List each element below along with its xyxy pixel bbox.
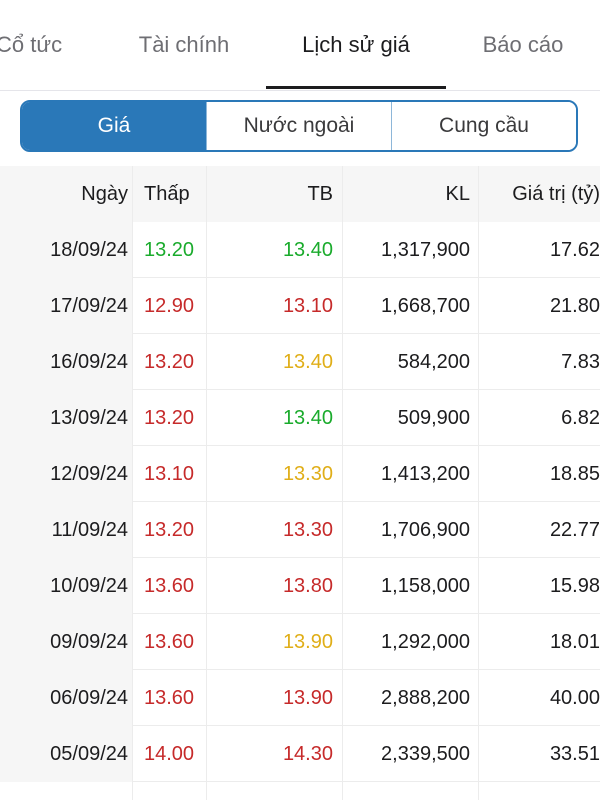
cell-volume: 1,413,200 (381, 462, 470, 485)
cell-value: 15.98 (549, 574, 600, 597)
cell-volume: 2,339,500 (381, 742, 470, 765)
cell-low: 13.60 (144, 686, 195, 709)
header-average: TB (307, 182, 333, 205)
cell-average: 13.30 (282, 518, 333, 541)
header-volume: KL (445, 182, 470, 205)
cell-volume: 2,888,200 (381, 686, 470, 709)
header-low: Thấp (144, 182, 190, 205)
table-row[interactable]: 05/09/24 14.00 14.30 2,339,500 33.51 (0, 726, 600, 782)
cell-value: 18.85 (549, 462, 600, 485)
cell-average: 13.40 (282, 350, 333, 373)
cell-low: 13.20 (144, 238, 195, 261)
cell-value: 18.01 (549, 630, 600, 653)
table-row[interactable]: 12/09/24 13.10 13.30 1,413,200 18.85 (0, 446, 600, 502)
tab-reports[interactable]: Báo cáo (468, 0, 578, 90)
cell-average: 14.30 (282, 742, 333, 765)
top-tab-bar: Cổ tức Tài chính Lịch sử giá Báo cáo (0, 0, 600, 91)
price-history-table: Ngày Thấp TB KL Giá trị (tỷ) 18/09/24 13.… (0, 166, 600, 800)
cell-average: 13.30 (282, 462, 333, 485)
cell-volume: 1,668,700 (381, 294, 470, 317)
cell-volume: 1,158,000 (381, 574, 470, 597)
cell-date: 10/09/24 (0, 558, 132, 614)
table-row[interactable]: 17/09/24 12.90 13.10 1,668,700 21.80 (0, 278, 600, 334)
cell-value: 6.82 (561, 406, 600, 429)
cell-value: 22.77 (549, 518, 600, 541)
cell-date: 17/09/24 (0, 278, 132, 334)
table-row[interactable]: 09/09/24 13.60 13.90 1,292,000 18.01 (0, 614, 600, 670)
segment-supply-demand[interactable]: Cung cầu (391, 102, 576, 150)
table-row[interactable]: 11/09/24 13.20 13.30 1,706,900 22.77 (0, 502, 600, 558)
segment-foreign[interactable]: Nước ngoài (206, 102, 391, 150)
cell-average: 13.10 (282, 294, 333, 317)
cell-low: 13.10 (144, 462, 195, 485)
cell-value: 17.62 (549, 238, 600, 261)
cell-value: 21.80 (549, 294, 600, 317)
cell-date: 13/09/24 (0, 390, 132, 446)
table-header-row: Ngày Thấp TB KL Giá trị (tỷ) (0, 166, 600, 222)
table-row[interactable]: 18/09/24 13.20 13.40 1,317,900 17.62 (0, 222, 600, 278)
cell-low: 13.20 (144, 350, 195, 373)
cell-date: 16/09/24 (0, 334, 132, 390)
cell-low: 14.00 (144, 742, 195, 765)
cell-date: 18/09/24 (0, 222, 132, 278)
cell-value: 7.83 (561, 350, 600, 373)
column-divider (206, 166, 207, 800)
tab-price-history[interactable]: Lịch sử giá (270, 0, 442, 90)
cell-date: 06/09/24 (0, 670, 132, 726)
price-view-segmented-control: Giá Nước ngoài Cung cầu (20, 100, 578, 152)
cell-volume: 1,317,900 (381, 238, 470, 261)
cell-volume: 1,706,900 (381, 518, 470, 541)
cell-low: 13.20 (144, 406, 195, 429)
cell-volume: 1,292,000 (381, 630, 470, 653)
cell-average: 13.90 (282, 630, 333, 653)
column-divider (132, 166, 133, 800)
header-date: Ngày (0, 166, 132, 222)
cell-average: 13.40 (282, 238, 333, 261)
cell-date: 11/09/24 (0, 502, 132, 558)
cell-low: 13.20 (144, 518, 195, 541)
tab-financials[interactable]: Tài chính (126, 0, 242, 90)
segment-price[interactable]: Giá (22, 102, 206, 150)
active-tab-indicator (266, 86, 446, 89)
cell-low: 12.90 (144, 294, 195, 317)
table-row[interactable]: 06/09/24 13.60 13.90 2,888,200 40.00 (0, 670, 600, 726)
column-divider (478, 166, 479, 800)
cell-value: 33.51 (549, 742, 600, 765)
cell-average: 13.90 (282, 686, 333, 709)
cell-date: 09/09/24 (0, 614, 132, 670)
cell-average: 13.80 (282, 574, 333, 597)
table-row[interactable]: 10/09/24 13.60 13.80 1,158,000 15.98 (0, 558, 600, 614)
cell-volume: 509,900 (397, 406, 470, 429)
table-row[interactable]: 13/09/24 13.20 13.40 509,900 6.82 (0, 390, 600, 446)
table-row[interactable]: 16/09/24 13.20 13.40 584,200 7.83 (0, 334, 600, 390)
cell-low: 13.60 (144, 630, 195, 653)
tab-dividends[interactable]: Cổ tức (0, 0, 72, 90)
cell-value: 40.00 (549, 686, 600, 709)
header-value: Giá trị (tỷ) (512, 182, 600, 205)
column-divider (342, 166, 343, 800)
cell-average: 13.40 (282, 406, 333, 429)
cell-volume: 584,200 (397, 350, 470, 373)
cell-low: 13.60 (144, 574, 195, 597)
cell-date: 12/09/24 (0, 446, 132, 502)
cell-date: 05/09/24 (0, 726, 132, 782)
